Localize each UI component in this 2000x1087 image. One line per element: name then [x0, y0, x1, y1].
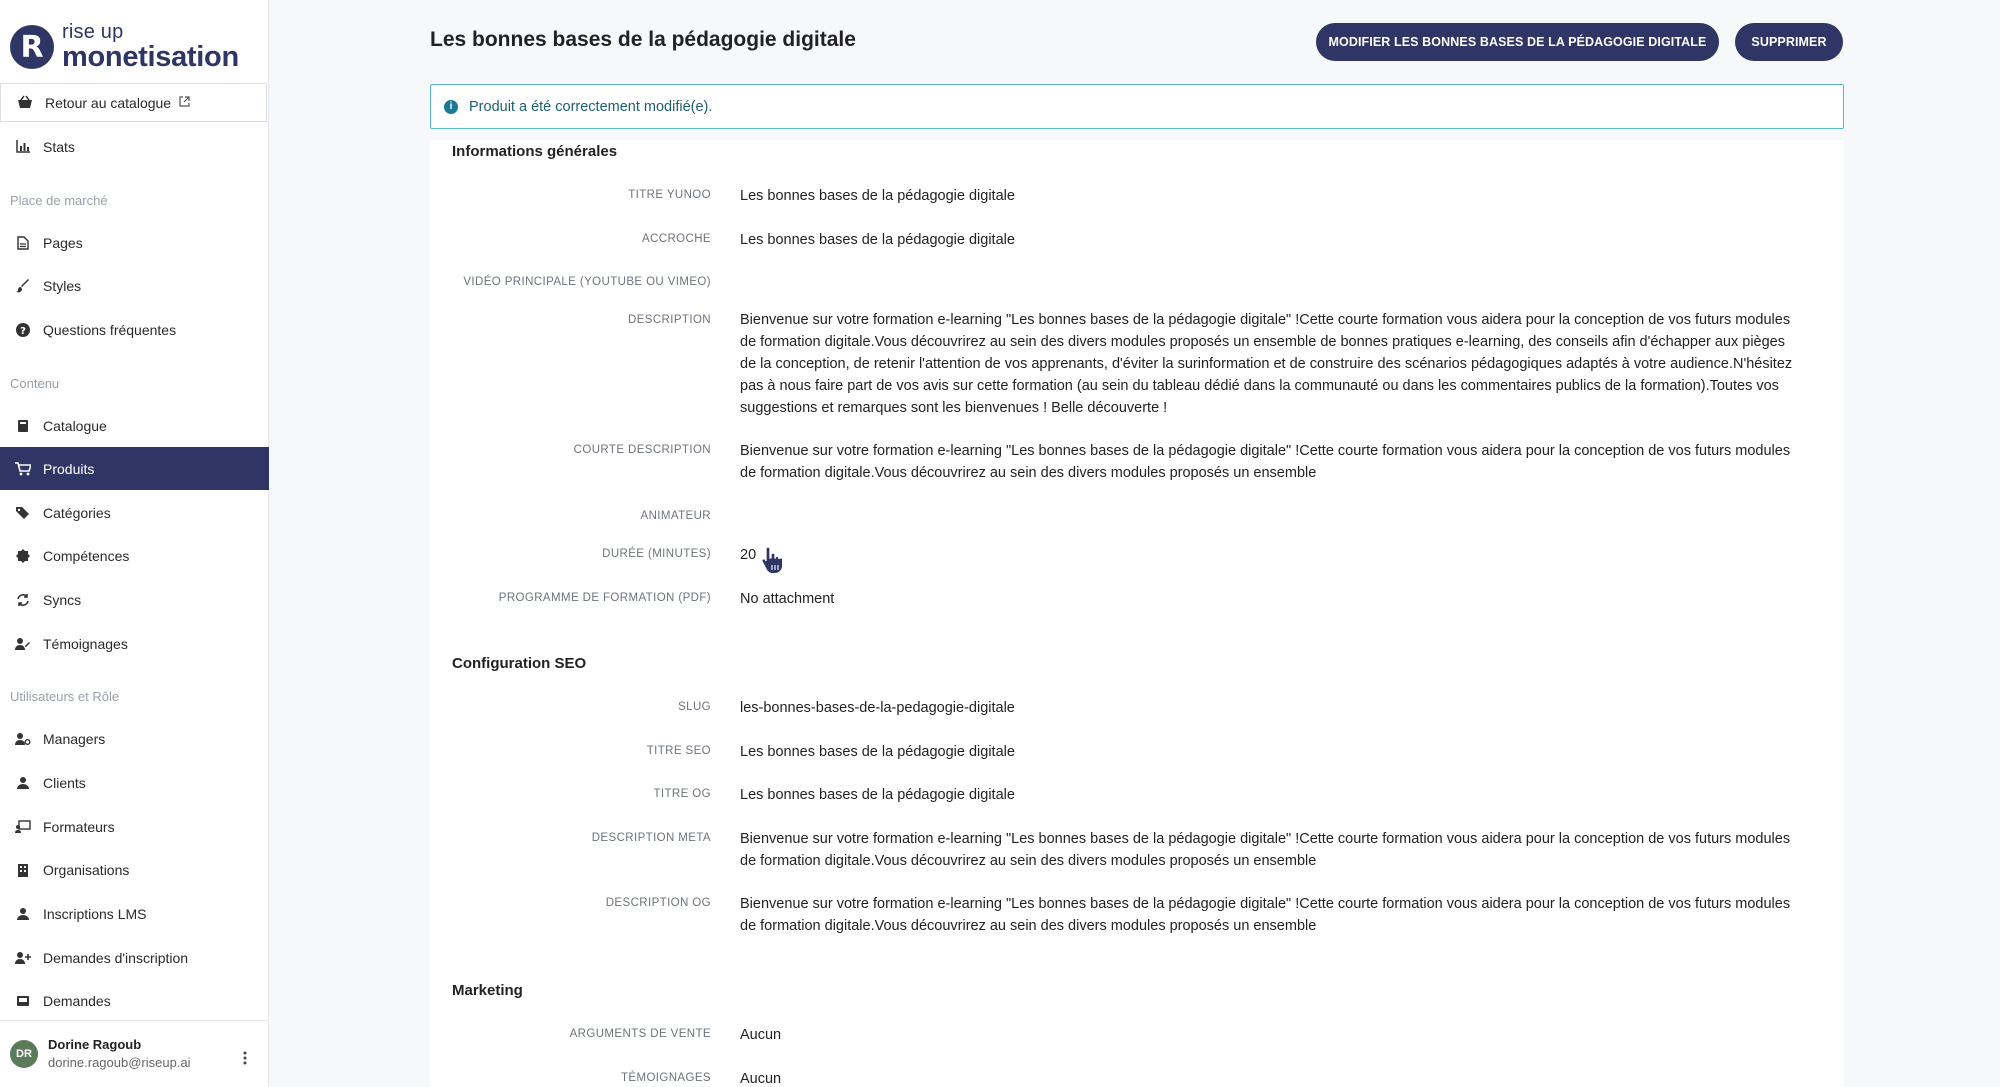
brand-line1: rise up: [62, 21, 124, 43]
field-value-description-meta: Bienvenue sur votre formation e-learning…: [740, 831, 1791, 869]
alert-message: Produit a été correctement modifié(e).: [469, 98, 713, 115]
field-label-description: DESCRIPTION: [628, 314, 711, 326]
delete-button[interactable]: SUPPRIMER: [1735, 23, 1843, 61]
sync-icon: [15, 592, 31, 608]
field-label-arguments: ARGUMENTS DE VENTE: [569, 1028, 711, 1040]
book-icon: [15, 418, 31, 434]
section-label-marketplace: Place de marché: [10, 193, 108, 208]
card-title-general: Informations générales: [452, 143, 618, 160]
brush-icon: [15, 278, 31, 294]
sidebar-item-pages[interactable]: Pages: [0, 221, 269, 264]
field-value-slug: les-bonnes-bases-de-la-pedagogie-digital…: [740, 700, 1015, 716]
field-label-courte-description: COURTE DESCRIPTION: [573, 444, 711, 456]
cart-icon: [15, 461, 31, 477]
back-link-label: Retour au catalogue: [45, 94, 172, 111]
user-edit-icon: [15, 636, 31, 652]
sidebar-item-temoignages[interactable]: Témoignages: [0, 622, 269, 665]
question-circle-icon: ?: [15, 322, 31, 338]
sidebar-item-inscriptions[interactable]: Inscriptions LMS: [0, 892, 269, 935]
building-icon: [15, 862, 31, 878]
tags-icon: [15, 505, 31, 521]
field-label-slug: SLUG: [678, 701, 711, 713]
sidebar-item-formateurs[interactable]: Formateurs: [0, 805, 269, 848]
field-value-titre-seo: Les bonnes bases de la pédagogie digital…: [740, 744, 1015, 760]
field-label-description-og: DESCRIPTION OG: [605, 897, 711, 909]
field-label-duree: DURÉE (MINUTES): [602, 548, 711, 560]
field-value-accroche: Les bonnes bases de la pédagogie digital…: [740, 232, 1015, 248]
field-label-description-meta: DESCRIPTION META: [591, 832, 711, 844]
sidebar-item-stats[interactable]: Stats: [0, 125, 269, 168]
field-label-titre-yunoo: TITRE YUNOO: [628, 189, 711, 201]
field-value-duree: 20: [740, 547, 757, 563]
field-value-programme[interactable]: No attachment: [740, 588, 1800, 610]
user-email: dorine.ragoub@riseup.ai: [48, 1055, 191, 1070]
current-user[interactable]: DR Dorine Ragoub dorine.ragoub@riseup.ai: [0, 1020, 269, 1087]
user-cog-icon: [15, 731, 31, 747]
section-label-users: Utilisateurs et Rôle: [10, 689, 120, 704]
sidebar-item-demandes-inscription[interactable]: Demandes d'inscription: [0, 936, 269, 979]
bar-chart-icon: [15, 139, 31, 155]
avatar: DR: [10, 1040, 38, 1068]
field-label-programme: PROGRAMME DE FORMATION (PDF): [498, 592, 711, 604]
svg-text:?: ?: [20, 326, 26, 337]
field-label-titre-og: TITRE OG: [653, 788, 711, 800]
field-label-titre-seo: TITRE SEO: [646, 745, 711, 757]
field-value-courte-description: Bienvenue sur votre formation e-learning…: [740, 443, 1791, 481]
info-icon: i: [444, 99, 458, 114]
more-vertical-icon[interactable]: [243, 1051, 247, 1070]
sidebar-item-competences[interactable]: Compétences: [0, 534, 269, 577]
hand-pointer-icon: [760, 545, 786, 580]
general-info-card: Informations générales TITRE YUNOO Les b…: [430, 140, 1844, 655]
card-title-marketing: Marketing: [452, 982, 523, 999]
external-link-icon: [179, 95, 190, 110]
field-value-titre-og: Les bonnes bases de la pédagogie digital…: [740, 787, 1015, 803]
basket-icon: [17, 95, 33, 111]
sidebar-item-styles[interactable]: Styles: [0, 264, 269, 307]
sidebar-item-produits[interactable]: Produits: [0, 447, 269, 490]
success-alert: i Produit a été correctement modifié(e).: [430, 84, 1844, 129]
chalkboard-teacher-icon: [15, 819, 31, 835]
field-value-temoignages: Aucun: [740, 1071, 782, 1087]
field-value-arguments: Aucun: [740, 1027, 782, 1043]
seo-card: Configuration SEO SLUG les-bonnes-bases-…: [430, 653, 1844, 985]
user-icon: [15, 775, 31, 791]
sidebar-item-organisations[interactable]: Organisations: [0, 848, 269, 891]
card-title-seo: Configuration SEO: [452, 655, 587, 672]
field-value-description: Bienvenue sur votre formation e-learning…: [740, 312, 1793, 416]
field-label-accroche: ACCROCHE: [641, 233, 711, 245]
user-name: Dorine Ragoub: [48, 1037, 142, 1053]
marketing-card: Marketing ARGUMENTS DE VENTE Aucun TÉMOI…: [430, 981, 1844, 1087]
back-to-catalogue-link[interactable]: Retour au catalogue: [0, 83, 267, 122]
edit-product-button[interactable]: MODIFIER LES BONNES BASES DE LA PÉDAGOGI…: [1316, 23, 1719, 61]
user-icon: [15, 906, 31, 922]
field-label-temoignages: TÉMOIGNAGES: [620, 1072, 711, 1084]
brand-line2: monetisation: [62, 41, 239, 73]
field-value-titre-yunoo: Les bonnes bases de la pédagogie digital…: [740, 188, 1015, 204]
sidebar: R rise up monetisation Retour au catalog…: [0, 0, 269, 1087]
sidebar-item-faq[interactable]: ? Questions fréquentes: [0, 308, 269, 351]
file-icon: [15, 235, 31, 251]
field-label-animateur: ANIMATEUR: [640, 510, 711, 522]
page-title: Les bonnes bases de la pédagogie digital…: [430, 28, 856, 51]
badge-icon: [15, 548, 31, 564]
sidebar-item-demandes[interactable]: Demandes: [0, 979, 269, 1022]
inbox-icon: [15, 993, 31, 1009]
sidebar-item-clients[interactable]: Clients: [0, 761, 269, 804]
sidebar-item-catalogue[interactable]: Catalogue: [0, 404, 269, 447]
field-value-description-og: Bienvenue sur votre formation e-learning…: [740, 896, 1791, 934]
logo-mark: R: [10, 25, 54, 69]
field-label-video: VIDÉO PRINCIPALE (YOUTUBE OU VIMEO): [463, 276, 711, 288]
sidebar-item-syncs[interactable]: Syncs: [0, 578, 269, 621]
sidebar-item-managers[interactable]: Managers: [0, 717, 269, 760]
user-plus-icon: [15, 950, 31, 966]
brand-logo[interactable]: R rise up monetisation: [10, 22, 239, 72]
sidebar-item-categories[interactable]: Catégories: [0, 491, 269, 534]
section-label-content: Contenu: [10, 376, 60, 391]
